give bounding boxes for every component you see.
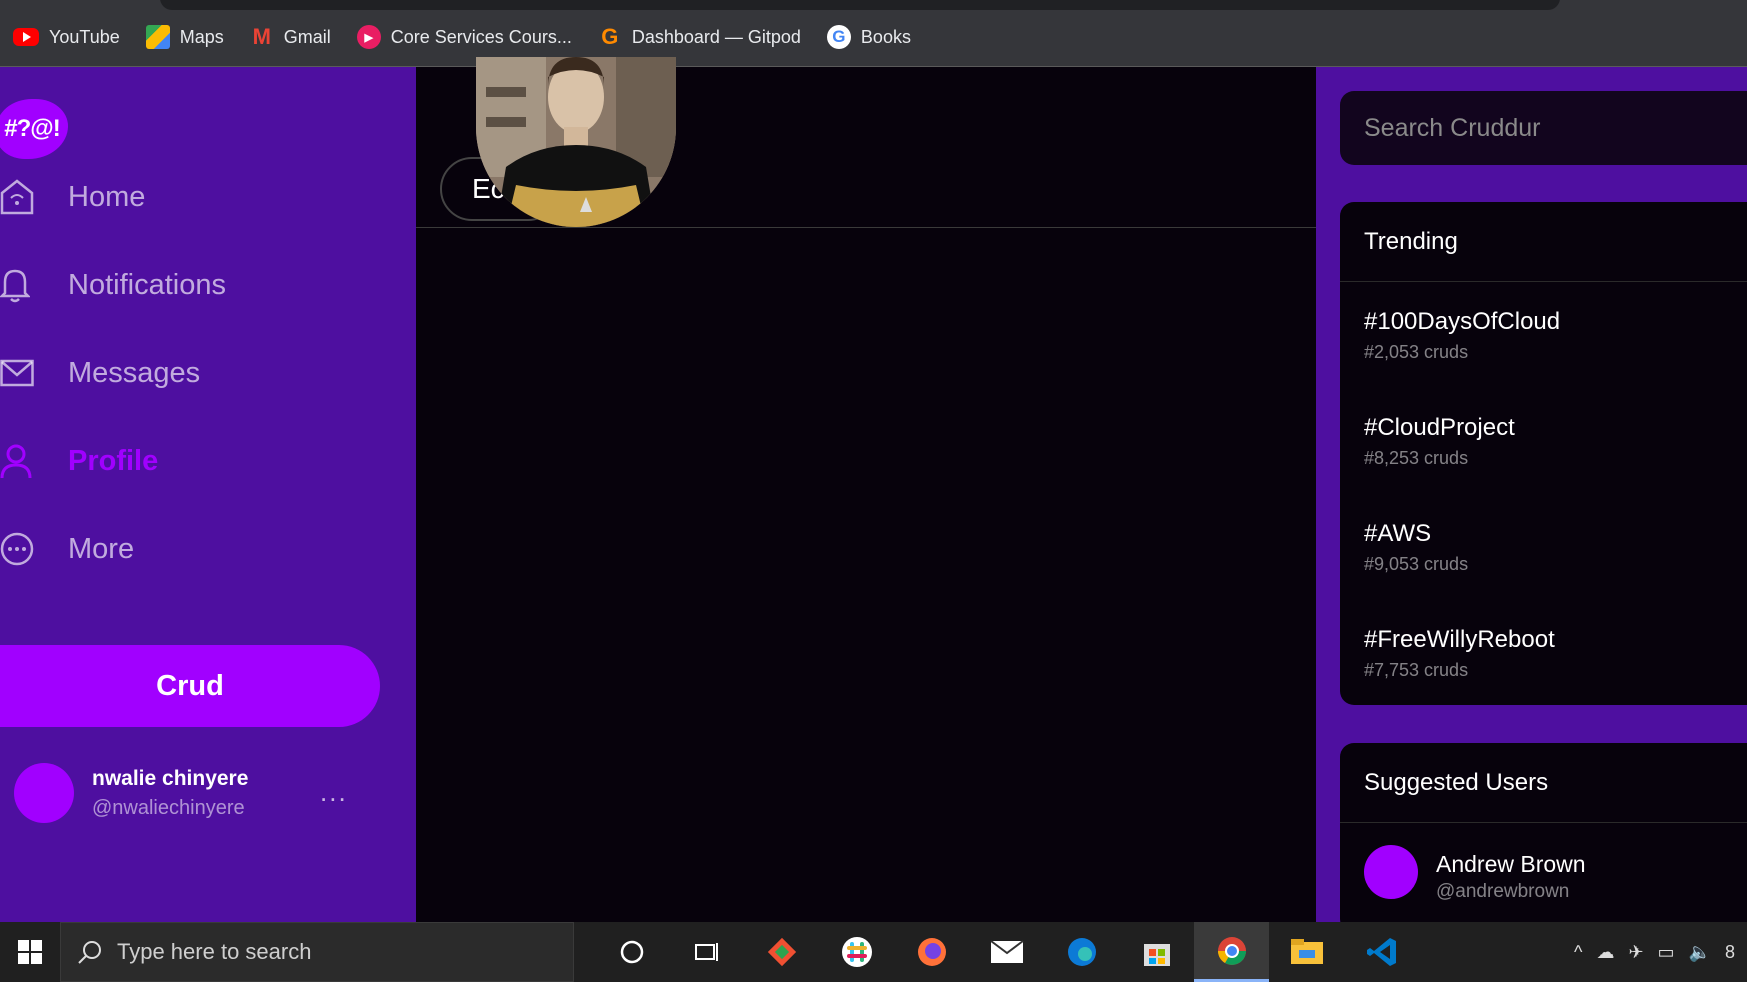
app-logo[interactable]: #?@! bbox=[0, 99, 68, 159]
home-icon bbox=[0, 177, 68, 217]
trending-count: #8,253 cruds bbox=[1364, 448, 1469, 468]
sidebar-item-profile[interactable]: Profile bbox=[0, 417, 416, 505]
suggested-user-handle: @andrewbrown bbox=[1436, 881, 1570, 902]
search-input[interactable] bbox=[1340, 91, 1747, 165]
search-icon bbox=[78, 941, 101, 964]
store-icon[interactable] bbox=[1119, 922, 1194, 982]
suggested-user-name: Andrew Brown bbox=[1436, 851, 1586, 877]
address-bar[interactable] bbox=[160, 0, 1560, 10]
trending-title: Trending bbox=[1340, 202, 1747, 282]
sidebar: #?@! Home Notifications Messages Profile… bbox=[0, 67, 416, 923]
task-view-icon[interactable] bbox=[669, 922, 744, 982]
main-feed: Ec bbox=[416, 57, 1316, 923]
core-services-icon: ▶ bbox=[356, 25, 381, 49]
git-app-icon[interactable] bbox=[744, 922, 819, 982]
start-button[interactable] bbox=[0, 922, 60, 982]
airplane-icon[interactable]: ✈ bbox=[1628, 942, 1643, 963]
sidebar-item-messages[interactable]: Messages bbox=[0, 329, 416, 417]
youtube-icon bbox=[13, 28, 39, 46]
bookmark-label: Dashboard — Gitpod bbox=[631, 26, 801, 47]
trending-count: #7,753 cruds bbox=[1364, 660, 1469, 680]
bookmark-label: YouTube bbox=[49, 26, 120, 47]
trending-item[interactable]: #100DaysOfCloud #2,053 cruds bbox=[1340, 282, 1747, 388]
trending-item[interactable]: #AWS #9,053 cruds bbox=[1340, 494, 1747, 600]
sidebar-item-home[interactable]: Home bbox=[0, 153, 416, 241]
sidebar-item-notifications[interactable]: Notifications bbox=[0, 241, 416, 329]
trending-count: #2,053 cruds bbox=[1364, 342, 1469, 362]
suggested-users-title: Suggested Users bbox=[1340, 743, 1747, 823]
current-user-handle: @nwaliechinyere bbox=[92, 797, 245, 819]
avatar bbox=[14, 763, 74, 823]
cortana-icon[interactable] bbox=[594, 922, 669, 982]
clock[interactable]: 8 bbox=[1725, 942, 1735, 963]
trending-tag: #100DaysOfCloud bbox=[1364, 308, 1561, 335]
bookmark-books[interactable]: G Books bbox=[814, 25, 924, 49]
bookmark-list: YouTube Maps M Gmail ▶ Core Services Cou… bbox=[0, 20, 924, 54]
sidebar-item-label: Home bbox=[68, 180, 146, 213]
trending-item[interactable]: #CloudProject #8,253 cruds bbox=[1340, 388, 1747, 494]
bell-icon bbox=[0, 265, 68, 305]
trending-tag: #FreeWillyReboot bbox=[1364, 626, 1555, 653]
bookmark-maps[interactable]: Maps bbox=[133, 25, 237, 49]
volume-icon[interactable]: 🔈 bbox=[1689, 942, 1711, 963]
envelope-icon bbox=[0, 353, 68, 393]
file-explorer-icon[interactable] bbox=[1269, 922, 1344, 982]
windows-taskbar: Type here to search ^ ☁ ✈ ▭ 🔈 8 bbox=[0, 922, 1747, 982]
taskbar-apps bbox=[594, 922, 1419, 982]
sidebar-item-more[interactable]: More bbox=[0, 505, 416, 593]
mail-icon[interactable] bbox=[969, 922, 1044, 982]
bookmark-gmail[interactable]: M Gmail bbox=[237, 24, 344, 49]
sidebar-item-label: Notifications bbox=[68, 268, 226, 301]
suggested-user[interactable]: Andrew Brown @andrewbrown bbox=[1340, 823, 1747, 923]
right-column: Trending #100DaysOfCloud #2,053 cruds #C… bbox=[1316, 67, 1747, 933]
sidebar-item-label: Messages bbox=[68, 356, 201, 389]
bookmark-gitpod[interactable]: G Dashboard — Gitpod bbox=[585, 24, 814, 49]
user-icon bbox=[0, 441, 68, 481]
crud-button[interactable]: Crud bbox=[0, 645, 380, 727]
bookmark-label: Books bbox=[860, 26, 911, 47]
bookmark-label: Gmail bbox=[283, 26, 331, 47]
bookmark-label: Core Services Cours... bbox=[390, 26, 572, 47]
maps-icon bbox=[145, 25, 170, 49]
battery-icon[interactable]: ▭ bbox=[1658, 942, 1675, 963]
more-circle-icon bbox=[0, 529, 68, 569]
bookmark-core-services[interactable]: ▶ Core Services Cours... bbox=[344, 25, 585, 49]
gmail-icon: M bbox=[252, 24, 271, 49]
trending-count: #9,053 cruds bbox=[1364, 554, 1469, 574]
gitpod-icon: G bbox=[601, 24, 619, 49]
bookmark-youtube[interactable]: YouTube bbox=[0, 27, 133, 48]
trending-panel: Trending #100DaysOfCloud #2,053 cruds #C… bbox=[1340, 202, 1747, 705]
trending-tag: #CloudProject bbox=[1364, 414, 1515, 441]
profile-header: Ec bbox=[416, 57, 1316, 228]
cloud-icon[interactable]: ☁ bbox=[1596, 942, 1614, 963]
firefox-icon[interactable] bbox=[894, 922, 969, 982]
more-options-button[interactable]: ... bbox=[320, 777, 348, 808]
taskbar-search-placeholder: Type here to search bbox=[117, 939, 312, 964]
google-icon: G bbox=[826, 25, 851, 49]
bookmark-label: Maps bbox=[179, 26, 224, 47]
edge-icon[interactable] bbox=[1044, 922, 1119, 982]
suggested-users-panel: Suggested Users Andrew Brown @andrewbrow… bbox=[1340, 743, 1747, 933]
sidebar-nav: Home Notifications Messages Profile More bbox=[0, 153, 416, 593]
trending-tag: #AWS bbox=[1364, 520, 1432, 547]
chrome-icon[interactable] bbox=[1194, 922, 1269, 982]
avatar bbox=[1364, 845, 1418, 899]
cruddur-app: #?@! Home Notifications Messages Profile… bbox=[0, 57, 1747, 933]
slack-icon[interactable] bbox=[819, 922, 894, 982]
current-user-card[interactable]: nwalie chinyere @nwaliechinyere ... bbox=[14, 763, 384, 833]
chevron-up-icon[interactable]: ^ bbox=[1574, 942, 1582, 963]
windows-icon bbox=[18, 940, 42, 964]
taskbar-search[interactable]: Type here to search bbox=[60, 922, 574, 982]
sidebar-item-label: More bbox=[68, 532, 135, 565]
current-user-name: nwalie chinyere bbox=[92, 767, 249, 790]
browser-bookmarks-bar: YouTube Maps M Gmail ▶ Core Services Cou… bbox=[0, 0, 1747, 67]
system-tray: ^ ☁ ✈ ▭ 🔈 8 bbox=[1574, 922, 1747, 982]
sidebar-item-label: Profile bbox=[68, 444, 159, 477]
trending-item[interactable]: #FreeWillyReboot #7,753 cruds bbox=[1340, 600, 1747, 706]
vscode-icon[interactable] bbox=[1344, 922, 1419, 982]
